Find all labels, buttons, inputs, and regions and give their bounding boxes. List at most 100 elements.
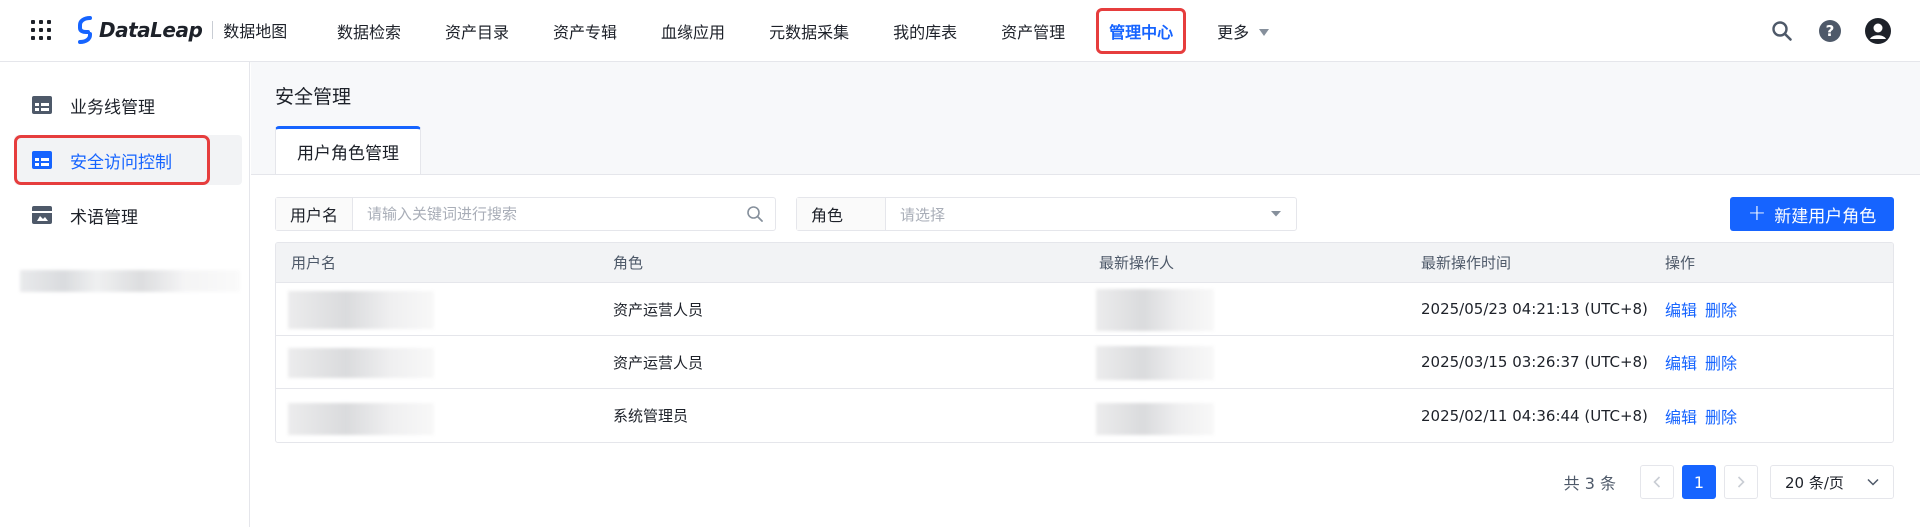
actions-cell: 编辑 删除 — [1650, 283, 1893, 336]
time-cell: 2025/03/15 03:26:37 (UTC+8) — [1421, 353, 1648, 371]
redacted-operator — [1096, 345, 1214, 380]
redacted-item — [20, 270, 240, 292]
nav-item-more[interactable]: 更多 — [1195, 0, 1291, 62]
sidebar-item-glossary[interactable]: 术语管理 — [14, 190, 242, 240]
nav-item-data-search[interactable]: 数据检索 — [315, 0, 423, 62]
total-count: 共 3 条 — [1563, 474, 1616, 493]
edit-link[interactable]: 编辑 — [1665, 404, 1697, 428]
redacted-username — [288, 290, 434, 329]
top-navigation-bar: DataLeap 数据地图 数据检索 资产目录 资产专辑 血缘应用 元数据采集 … — [0, 0, 1920, 62]
page-number-button[interactable]: 1 — [1682, 465, 1716, 499]
time-cell: 2025/05/23 04:21:13 (UTC+8) — [1421, 300, 1648, 318]
role-filter-label: 角色 — [797, 198, 887, 230]
actions-cell: 编辑 删除 — [1650, 389, 1893, 442]
sidebar-item-business-line[interactable]: 业务线管理 — [14, 80, 242, 130]
sidebar-item-label: 业务线管理 — [70, 97, 155, 118]
nav-item-my-tables[interactable]: 我的库表 — [871, 0, 979, 62]
table-row: 资产运营人员 2025/05/23 04:21:13 (UTC+8) 编辑 删除 — [276, 283, 1893, 336]
actions-cell: 编辑 删除 — [1650, 336, 1893, 389]
username-filter-label: 用户名 — [276, 198, 354, 230]
role-cell: 系统管理员 — [613, 407, 689, 425]
sidebar-item-security-access-control[interactable]: 安全访问控制 — [14, 135, 242, 185]
content-panel: 用户名 角色 请选择 + 新建用户角色 用户名 角色 最新操作人 最新操作时间 … — [251, 174, 1920, 527]
table-row: 系统管理员 2025/02/11 04:36:44 (UTC+8) 编辑 删除 — [276, 389, 1893, 442]
glossary-icon — [32, 206, 52, 224]
nav-item-asset-management[interactable]: 资产管理 — [979, 0, 1087, 62]
chevron-down-icon — [1259, 29, 1270, 36]
column-header-username: 用户名 — [291, 254, 337, 272]
redacted-operator — [1096, 288, 1214, 331]
chevron-right-icon — [1737, 476, 1745, 488]
chevron-down-icon — [1256, 198, 1296, 230]
plus-icon: + — [1747, 200, 1767, 226]
dataleap-logo-icon — [78, 16, 92, 44]
nav-label: 资产管理 — [1001, 23, 1066, 42]
edit-link[interactable]: 编辑 — [1665, 350, 1697, 374]
edit-link[interactable]: 编辑 — [1665, 297, 1697, 321]
app-launcher-icon[interactable] — [31, 20, 51, 40]
page-title: 安全管理 — [275, 86, 352, 108]
time-cell: 2025/02/11 04:36:44 (UTC+8) — [1421, 406, 1648, 425]
role-cell: 资产运营人员 — [613, 300, 704, 319]
column-header-role: 角色 — [613, 254, 644, 272]
delete-link[interactable]: 删除 — [1705, 404, 1737, 428]
logo[interactable]: DataLeap 数据地图 — [74, 15, 287, 45]
redacted-username — [288, 347, 434, 378]
sidebar-item-label: 术语管理 — [70, 207, 138, 228]
nav-label: 资产目录 — [445, 23, 510, 42]
main-nav: 数据检索 资产目录 资产专辑 血缘应用 元数据采集 我的库表 资产管理 管理中心… — [315, 0, 1291, 62]
delete-link[interactable]: 删除 — [1705, 297, 1737, 321]
nav-label: 数据检索 — [337, 23, 402, 42]
search-icon[interactable] — [1768, 17, 1796, 45]
nav-label: 我的库表 — [893, 23, 958, 42]
svg-text:?: ? — [1826, 22, 1835, 40]
role-filter[interactable]: 角色 请选择 — [796, 197, 1297, 231]
nav-label: 血缘应用 — [661, 23, 726, 42]
user-role-table: 用户名 角色 最新操作人 最新操作时间 操作 资产运营人员 2025/05/23… — [275, 242, 1894, 443]
nav-item-admin-center[interactable]: 管理中心 — [1087, 0, 1195, 62]
chevron-down-icon — [1867, 478, 1879, 486]
nav-item-asset-catalog[interactable]: 资产目录 — [423, 0, 531, 62]
logo-divider — [212, 21, 214, 39]
prev-page-button[interactable] — [1640, 465, 1674, 499]
redacted-operator — [1096, 403, 1214, 435]
table-row: 资产运营人员 2025/03/15 03:26:37 (UTC+8) 编辑 删除 — [276, 336, 1893, 389]
chevron-left-icon — [1653, 476, 1661, 488]
logo-text: DataLeap — [99, 18, 203, 42]
nav-item-asset-album[interactable]: 资产专辑 — [531, 0, 639, 62]
column-header-actions: 操作 — [1665, 254, 1696, 272]
username-cell — [276, 283, 598, 336]
operator-cell — [1084, 283, 1406, 336]
search-icon[interactable] — [735, 198, 775, 230]
sidebar: 业务线管理 安全访问控制 术语管理 — [0, 62, 250, 527]
role-select-placeholder: 请选择 — [900, 205, 946, 224]
operator-cell — [1084, 336, 1406, 389]
tab-user-role-management[interactable]: 用户角色管理 — [275, 126, 421, 174]
main-content: 安全管理 用户角色管理 用户名 角色 请选择 + 新建用户角色 用户名 角色 — [251, 62, 1920, 527]
username-search-input[interactable] — [353, 198, 735, 230]
column-header-last-operation-time: 最新操作时间 — [1421, 254, 1512, 272]
tab-label: 用户角色管理 — [297, 144, 399, 164]
new-user-role-button[interactable]: + 新建用户角色 — [1730, 197, 1894, 231]
table-icon — [32, 96, 52, 114]
column-header-last-operator: 最新操作人 — [1099, 254, 1175, 272]
nav-item-lineage[interactable]: 血缘应用 — [639, 0, 747, 62]
nav-label: 管理中心 — [1096, 8, 1187, 54]
table-header: 用户名 角色 最新操作人 最新操作时间 操作 — [276, 243, 1893, 283]
username-cell — [276, 389, 598, 442]
next-page-button[interactable] — [1724, 465, 1758, 499]
nav-item-metadata-collection[interactable]: 元数据采集 — [747, 0, 871, 62]
highlight-box — [14, 135, 210, 185]
nav-label: 元数据采集 — [769, 23, 850, 42]
role-cell: 资产运营人员 — [613, 353, 704, 372]
help-icon[interactable]: ? — [1816, 17, 1844, 45]
nav-label: 资产专辑 — [553, 23, 618, 42]
username-cell — [276, 336, 598, 389]
pagination: 共 3 条 1 20 条/页 — [1564, 465, 1894, 499]
redacted-username — [288, 403, 434, 435]
user-avatar-icon[interactable] — [1864, 17, 1892, 45]
new-user-role-label: 新建用户角色 — [1774, 206, 1877, 227]
operator-cell — [1084, 389, 1406, 442]
page-size-select[interactable]: 20 条/页 — [1770, 465, 1894, 499]
delete-link[interactable]: 删除 — [1705, 350, 1737, 374]
